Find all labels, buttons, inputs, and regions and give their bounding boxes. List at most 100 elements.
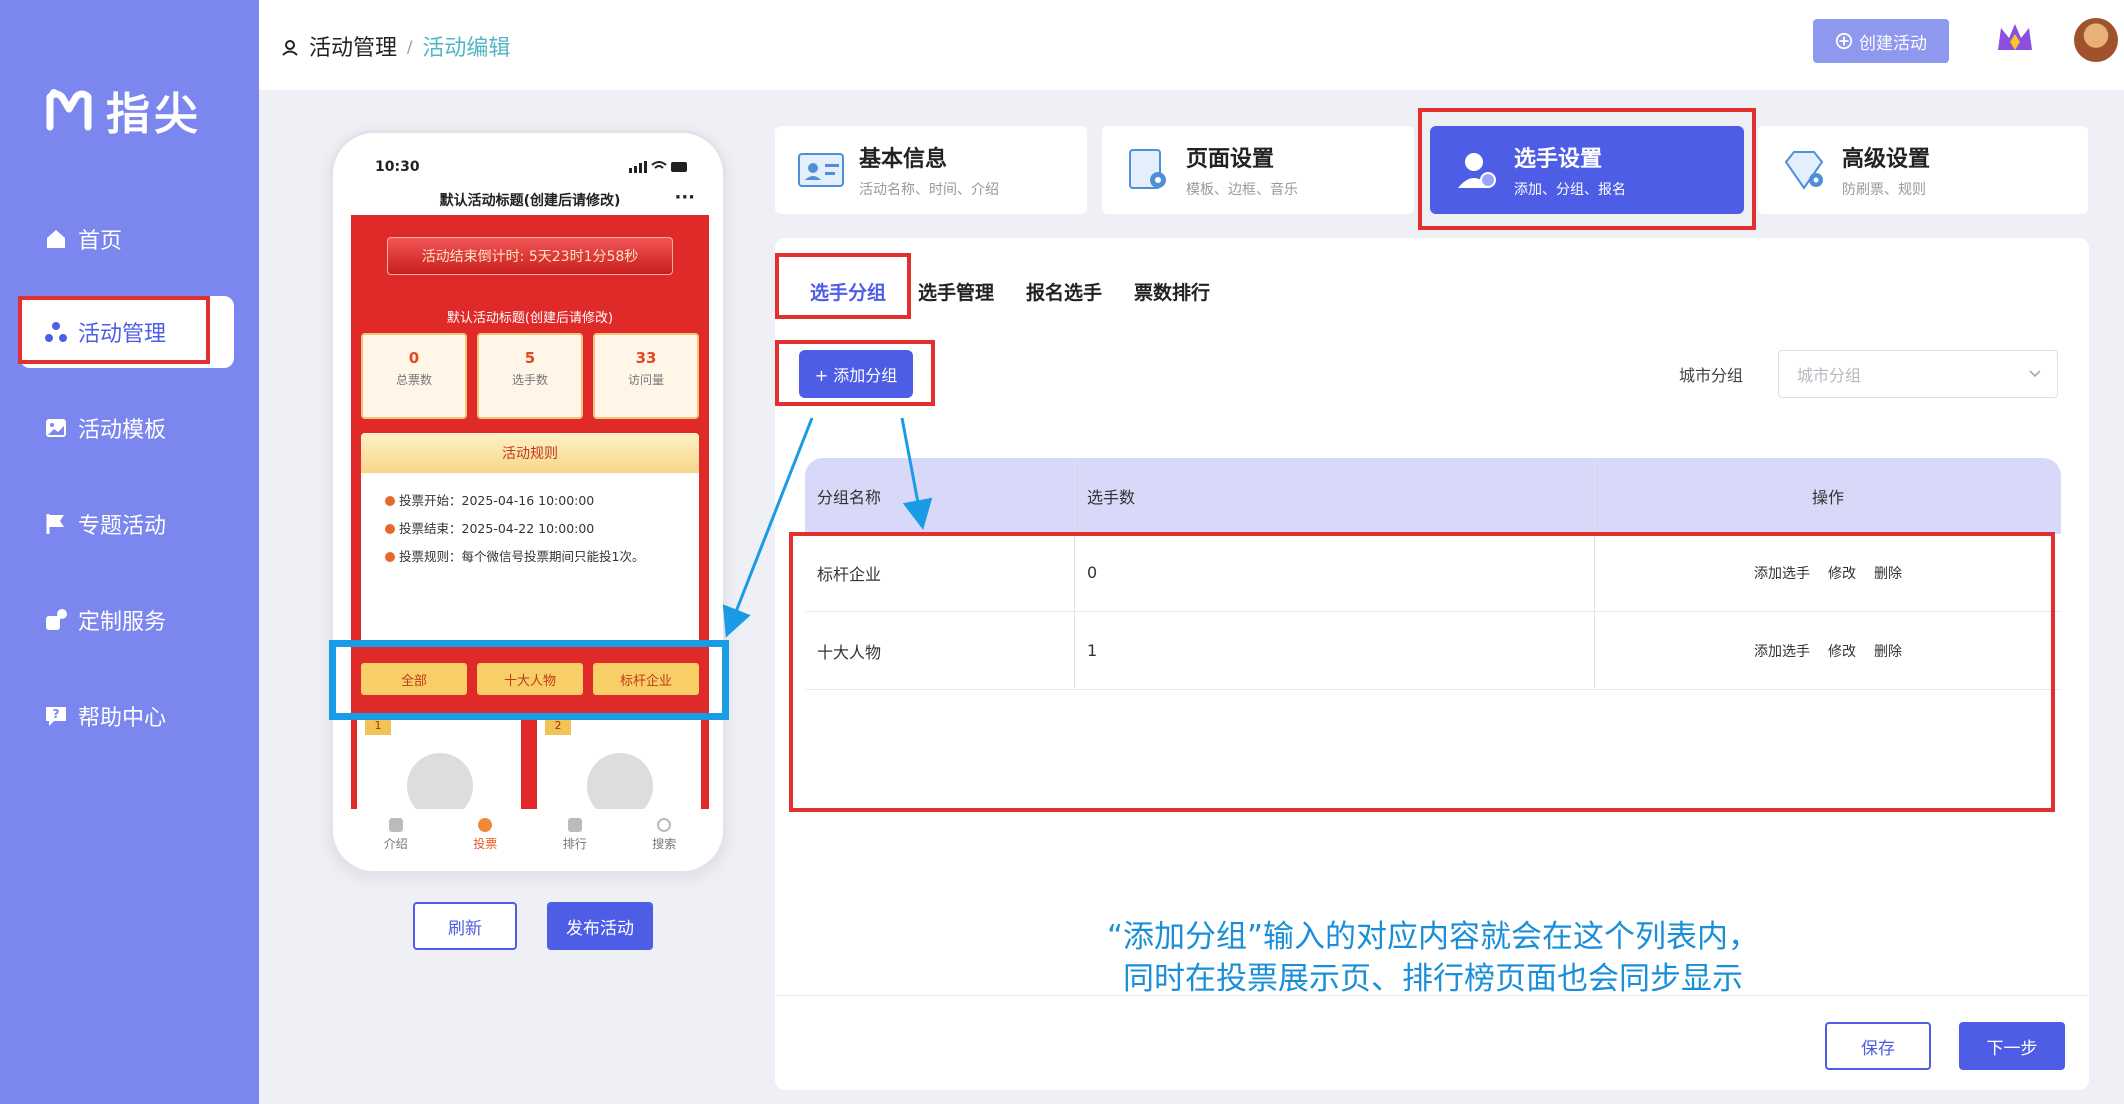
tab-label: 投票 <box>473 837 498 851</box>
step-subtitle: 防刷票、规则 <box>1842 182 1926 198</box>
tab-label: 搜索 <box>652 837 677 851</box>
tab-intro[interactable]: 介绍 <box>384 818 408 852</box>
sidebar-item-help[interactable]: ? 帮助中心 <box>20 680 234 752</box>
add-contestant-link[interactable]: 添加选手 <box>1754 563 1810 583</box>
create-activity-button[interactable]: 创建活动 <box>1813 19 1949 63</box>
step-subtitle: 添加、分组、报名 <box>1514 182 1626 198</box>
phone-activity-title: 默认活动标题(创建后请修改) <box>446 311 614 326</box>
breadcrumb-separator: / <box>407 36 413 56</box>
contestant-card[interactable]: 2 <box>537 717 701 819</box>
tab-vote[interactable]: 投票 <box>473 818 497 852</box>
step-title: 基本信息 <box>859 147 948 172</box>
filter-chip-benchmark[interactable]: 标杆企业 <box>593 663 699 695</box>
id-card-icon <box>797 146 845 194</box>
contestant-card[interactable]: 1 <box>357 717 521 819</box>
tab-registered-contestants[interactable]: 报名选手 <box>1026 278 1102 318</box>
delete-link[interactable]: 删除 <box>1874 563 1902 583</box>
countdown-banner: 活动结束倒计时: 5天23时1分58秒 <box>387 237 673 275</box>
next-step-button[interactable]: 下一步 <box>1959 1022 2065 1070</box>
bullet-icon <box>385 552 395 562</box>
publish-activity-button[interactable]: 发布活动 <box>547 902 653 950</box>
user-avatar[interactable] <box>2074 18 2118 62</box>
plus-circle-icon <box>1835 32 1853 50</box>
annotation-line-2: 同时在投票展示页、排行榜页面也会同步显示 <box>1123 961 1743 997</box>
rule-text: 投票结束：2025-04-22 10:00:00 <box>399 521 595 536</box>
step-title: 选手设置 <box>1514 147 1603 172</box>
step-contestant-settings[interactable]: 选手设置添加、分组、报名 <box>1430 126 1744 214</box>
service-icon <box>44 608 68 632</box>
filter-chip-top-ten[interactable]: 十大人物 <box>477 663 583 695</box>
sidebar-item-label: 活动管理 <box>78 322 167 347</box>
tab-contestant-groups[interactable]: 选手分组 <box>810 278 887 318</box>
edit-link[interactable]: 修改 <box>1828 563 1856 583</box>
add-group-button[interactable]: + 添加分组 <box>799 350 913 398</box>
user-location-icon <box>281 37 299 56</box>
filter-chip-all[interactable]: 全部 <box>361 663 467 695</box>
bullet-icon <box>385 496 395 506</box>
brand-logo[interactable]: 指尖 <box>46 78 202 142</box>
logo-icon <box>46 87 92 133</box>
table-row: 标杆企业 0 添加选手 修改 删除 <box>805 534 2061 612</box>
header-contestant-count: 选手数 <box>1075 458 1595 534</box>
step-subtitle: 模板、边框、音乐 <box>1186 182 1298 198</box>
cell-actions: 添加选手 修改 删除 <box>1595 534 2061 611</box>
phone-content: 活动结束倒计时: 5天23时1分58秒 默认活动标题(创建后请修改) 0 总票数 … <box>351 215 709 819</box>
phone-screen: 10:30 默认活动标题(创建后请修改) ··· 活动结束倒计时: 5天23时1… <box>351 149 709 861</box>
contestant-cards: 1 2 <box>351 717 709 819</box>
help-icon: ? <box>44 704 68 728</box>
step-basic-info[interactable]: 基本信息活动名称、时间、介绍 <box>775 126 1087 214</box>
sidebar-item-templates[interactable]: 活动模板 <box>20 392 234 464</box>
refresh-button[interactable]: 刷新 <box>413 902 517 950</box>
footer-divider <box>775 995 2089 996</box>
save-button[interactable]: 保存 <box>1825 1022 1931 1070</box>
subtab-bar: 选手分组 选手管理 报名选手 票数排行 <box>810 278 1210 318</box>
signal-battery-icon <box>629 160 689 174</box>
delete-link[interactable]: 删除 <box>1874 641 1902 661</box>
stat-contestants: 5 选手数 <box>477 333 583 419</box>
annotation-line-1: “添加分组”输入的对应内容就会在这个列表内， <box>1106 919 1760 955</box>
group-table: 分组名称 选手数 操作 标杆企业 0 添加选手 修改 删除 十大人物 1 添加选… <box>805 458 2061 997</box>
sidebar-item-custom-service[interactable]: 定制服务 <box>20 584 234 656</box>
phone-tabbar: 介绍 投票 排行 搜索 <box>351 809 709 861</box>
table-header: 分组名称 选手数 操作 <box>805 458 2061 534</box>
rule-line: 投票规则：每个微信号投票期间只能投1次。 <box>385 545 675 569</box>
annotation-text: “添加分组”输入的对应内容就会在这个列表内， 同时在投票展示页、排行榜页面也会同… <box>805 916 2061 1000</box>
rule-text: 投票开始：2025-04-16 10:00:00 <box>399 493 595 508</box>
sidebar-item-activity-management[interactable]: 活动管理 <box>20 296 234 368</box>
stat-label: 访问量 <box>627 373 664 387</box>
stat-value: 5 <box>524 349 536 367</box>
more-icon[interactable]: ··· <box>674 187 695 208</box>
step-advanced-settings[interactable]: 高级设置防刷票、规则 <box>1758 126 2088 214</box>
tab-label: 排行 <box>562 837 587 851</box>
table-row: 十大人物 1 添加选手 修改 删除 <box>805 612 2061 690</box>
sidebar-item-label: 首页 <box>78 229 123 254</box>
city-select-placeholder: 城市分组 <box>1797 366 1862 385</box>
breadcrumb-root[interactable]: 活动管理 <box>309 30 397 62</box>
tab-search[interactable]: 搜索 <box>652 818 676 852</box>
step-title: 高级设置 <box>1842 147 1931 172</box>
template-icon <box>44 416 68 440</box>
crown-icon[interactable] <box>1995 20 2035 58</box>
tab-contestant-management[interactable]: 选手管理 <box>918 278 994 318</box>
sidebar-item-home[interactable]: 首页 <box>20 203 234 275</box>
rule-text: 投票规则：每个微信号投票期间只能投1次。 <box>399 549 645 564</box>
edit-link[interactable]: 修改 <box>1828 641 1856 661</box>
create-activity-label: 创建活动 <box>1859 33 1927 54</box>
cell-contestant-count: 0 <box>1075 534 1595 611</box>
chevron-down-icon <box>2027 365 2043 381</box>
cell-contestant-count: 1 <box>1075 612 1595 689</box>
flag-icon <box>44 512 68 536</box>
phone-stats: 0 总票数 5 选手数 33 访问量 <box>361 333 699 419</box>
step-subtitle: 活动名称、时间、介绍 <box>859 182 999 198</box>
rule-line: 投票开始：2025-04-16 10:00:00 <box>385 489 675 513</box>
tab-vote-ranking[interactable]: 票数排行 <box>1134 278 1210 318</box>
add-contestant-link[interactable]: 添加选手 <box>1754 641 1810 661</box>
tab-ranking[interactable]: 排行 <box>563 818 587 852</box>
city-group-select[interactable]: 城市分组 <box>1778 350 2058 398</box>
activity-icon <box>44 320 68 344</box>
step-page-settings[interactable]: 页面设置 模板、边框、音乐 <box>1102 126 1414 214</box>
sidebar-item-label: 专题活动 <box>78 514 167 539</box>
sidebar-item-special[interactable]: 专题活动 <box>20 488 234 560</box>
phone-title-text: 默认活动标题(创建后请修改) <box>439 193 621 209</box>
group-filter-row: 全部 十大人物 标杆企业 <box>361 663 699 703</box>
